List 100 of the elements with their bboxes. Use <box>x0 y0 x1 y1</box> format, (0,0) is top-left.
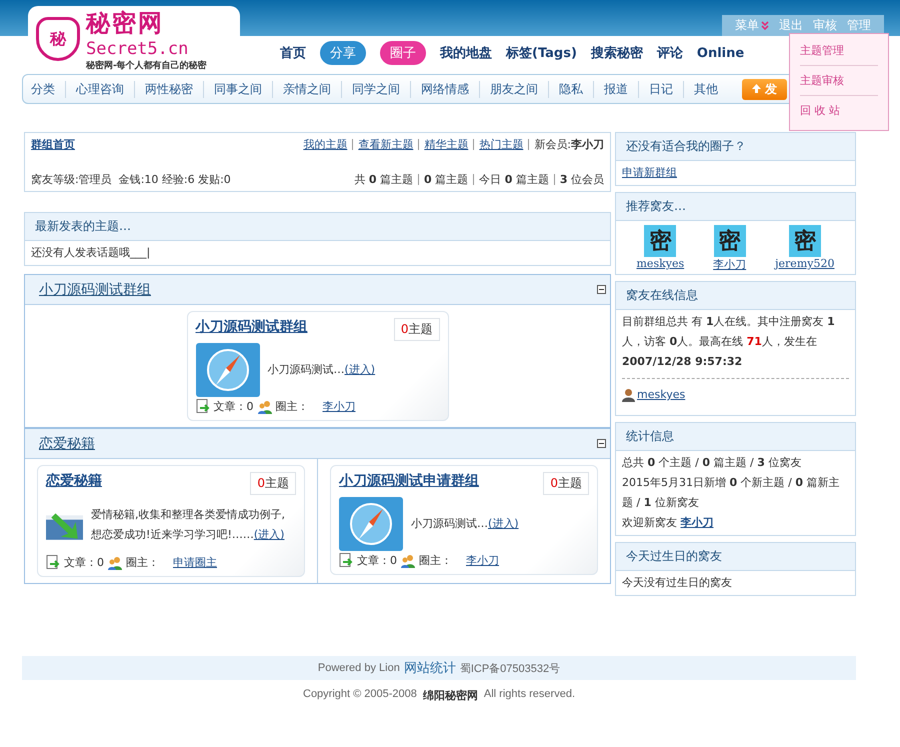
nav-link[interactable]: 我的地盘 <box>440 44 492 62</box>
category-link[interactable]: 两性秘密 <box>134 80 203 98</box>
compass-icon <box>196 343 260 397</box>
panel-title: 最新发表的主题… <box>25 213 610 241</box>
category-link[interactable]: 其他 <box>683 80 728 98</box>
nav-link[interactable]: 首页 <box>280 44 306 62</box>
group-description: 小刀源码测试…(进入) <box>411 516 519 532</box>
logo-badge: 秘 <box>36 17 80 61</box>
group-description: 小刀源码测试…(进入) <box>268 362 376 378</box>
compass-icon <box>339 497 403 551</box>
online-info-text: 目前群组总共 有 1人在线。其中注册窝友 1人，访客 0人。最高在线 71人，发生在 2007/12/28 9:57:32 <box>622 314 836 370</box>
dropdown-item[interactable]: 回 收 站 <box>800 96 878 125</box>
logo-domain: Secret5.cn <box>86 38 190 58</box>
category-link[interactable]: 分类 <box>31 80 65 98</box>
logo-name: 秘密网 <box>86 8 165 38</box>
new-member-link[interactable]: 李小刀 <box>680 516 714 529</box>
rights-text: All rights reserved. <box>484 688 575 702</box>
site-stats-link[interactable]: 网站统计 <box>404 659 456 677</box>
chevron-down-icon <box>761 21 769 30</box>
category-link[interactable]: 日记 <box>638 80 683 98</box>
group-title-link[interactable]: 小刀源码测试群组 <box>196 318 308 336</box>
articles-text: 文章：0 <box>214 399 254 414</box>
section-title-link[interactable]: 小刀源码测试群组 <box>39 280 151 298</box>
group-title-link[interactable]: 小刀源码测试申请群组 <box>339 472 479 490</box>
nav-link[interactable]: 评论 <box>656 44 683 62</box>
topic-filter-link[interactable]: 我的主题 <box>303 138 348 151</box>
enter-link[interactable]: (进入) <box>254 528 284 541</box>
topic-count: 0主题 <box>543 472 589 495</box>
logo-slogan: 秘密网-每个人都有自己的秘密 <box>86 59 207 72</box>
stat-text: 3 位会员 <box>560 173 604 186</box>
nav-link[interactable]: Online <box>696 46 744 60</box>
people-icon <box>258 400 272 414</box>
avatar[interactable]: 密 <box>788 225 821 257</box>
dropdown-item[interactable]: 主题管理 <box>800 36 878 66</box>
friend-link[interactable]: 李小刀 <box>713 257 746 272</box>
avatar[interactable]: 密 <box>644 225 676 257</box>
stat-text: 共 0 篇主题 <box>354 173 414 186</box>
articles-text: 文章：0 <box>64 555 104 570</box>
panel-title: 统计信息 <box>616 423 855 451</box>
enter-link[interactable]: (进入) <box>488 517 519 530</box>
owner-label: 圈主： <box>419 553 452 568</box>
category-link[interactable]: 隐私 <box>548 80 593 98</box>
panel-title: 窝友在线信息 <box>616 282 855 310</box>
powered-text: Powered by Lion <box>318 662 400 674</box>
group-description: 爱情秘籍,收集和整理各类爱情成功例子,想恋爱成功!近来学习学习吧!……(进入) <box>91 507 286 543</box>
category-link[interactable]: 亲情之间 <box>272 80 341 98</box>
user-info-text: 窝友等级:管理员 金钱:10 经验:6 发贴:0 <box>31 172 231 187</box>
new-member-label: 新会员: <box>534 138 571 151</box>
nav-link[interactable]: 搜索秘密 <box>590 44 643 62</box>
people-icon <box>108 556 122 570</box>
owner-link[interactable]: 李小刀 <box>322 399 356 414</box>
birthday-text: 今天没有过生日的窝友 <box>621 575 733 591</box>
collapse-icon[interactable] <box>597 439 606 448</box>
category-link[interactable]: 朋友之间 <box>479 80 548 98</box>
enter-link[interactable]: (进入) <box>344 363 376 376</box>
topic-filter-link[interactable]: 精华主题 <box>424 138 468 151</box>
stat-text: 今日 0 篇主题 <box>479 173 549 186</box>
articles-text: 文章：0 <box>357 553 397 568</box>
new-member-name: 李小刀 <box>571 138 604 151</box>
owner-label: 圈主： <box>276 399 308 414</box>
category-link[interactable]: 心理咨询 <box>65 80 134 98</box>
category-link[interactable]: 网络情感 <box>410 80 479 98</box>
owner-label: 圈主： <box>126 555 159 570</box>
online-user-link[interactable]: meskyes <box>637 385 686 405</box>
empty-message: 还没有人发表话题哦___| <box>30 245 152 261</box>
topic-count: 0主题 <box>250 472 296 495</box>
copyright-text: Copyright © 2005-2008 <box>303 688 417 702</box>
nav-link[interactable]: 圈子 <box>380 41 426 65</box>
stat-text: 0 篇主题 <box>424 173 468 186</box>
friend-link[interactable]: meskyes <box>636 257 684 270</box>
topic-filter-link[interactable]: 查看新主题 <box>358 138 414 151</box>
icp-text: 蜀ICP备07503532号 <box>460 662 560 676</box>
people-icon <box>401 554 415 568</box>
nav-link[interactable]: 分享 <box>320 41 366 65</box>
dropdown-item[interactable]: 主题审核 <box>800 66 878 96</box>
category-link[interactable]: 报道 <box>593 80 638 98</box>
topic-count: 0主题 <box>394 318 440 341</box>
document-icon <box>339 553 353 568</box>
avatar[interactable]: 密 <box>714 225 746 257</box>
collapse-icon[interactable] <box>597 285 606 294</box>
owner-link[interactable]: 李小刀 <box>466 553 499 568</box>
category-link[interactable]: 同事之间 <box>203 80 272 98</box>
friend-link[interactable]: jeremy520 <box>775 257 834 270</box>
group-home-link[interactable]: 群组首页 <box>31 137 75 152</box>
nav-link[interactable]: 标签(Tags) <box>506 44 577 62</box>
panel-title: 今天过生日的窝友 <box>616 543 855 571</box>
category-link[interactable]: 同学之间 <box>341 80 410 98</box>
panel-title: 推荐窝友… <box>616 193 855 221</box>
site-name: 绵阳秘密网 <box>422 688 478 703</box>
user-icon <box>622 388 635 402</box>
apply-group-link[interactable]: 申请新群组 <box>622 166 677 179</box>
stats-text: 2015年5月31日新增 0 个新主题 / 0 篇新主题 / 1 位新窝友 <box>622 475 841 511</box>
section-title-link[interactable]: 恋爱秘籍 <box>39 434 95 452</box>
topic-filter-link[interactable]: 热门主题 <box>479 138 524 151</box>
owner-link[interactable]: 申请圈主 <box>173 555 217 570</box>
stats-text: 总共 0 个主题 / 0 篇主题 / 3 位窝友 <box>622 455 802 471</box>
up-arrow-icon <box>752 84 761 92</box>
group-title-link[interactable]: 恋爱秘籍 <box>46 472 102 490</box>
panel-title: 还没有适合我的圈子？ <box>616 133 855 161</box>
document-icon <box>46 555 60 570</box>
